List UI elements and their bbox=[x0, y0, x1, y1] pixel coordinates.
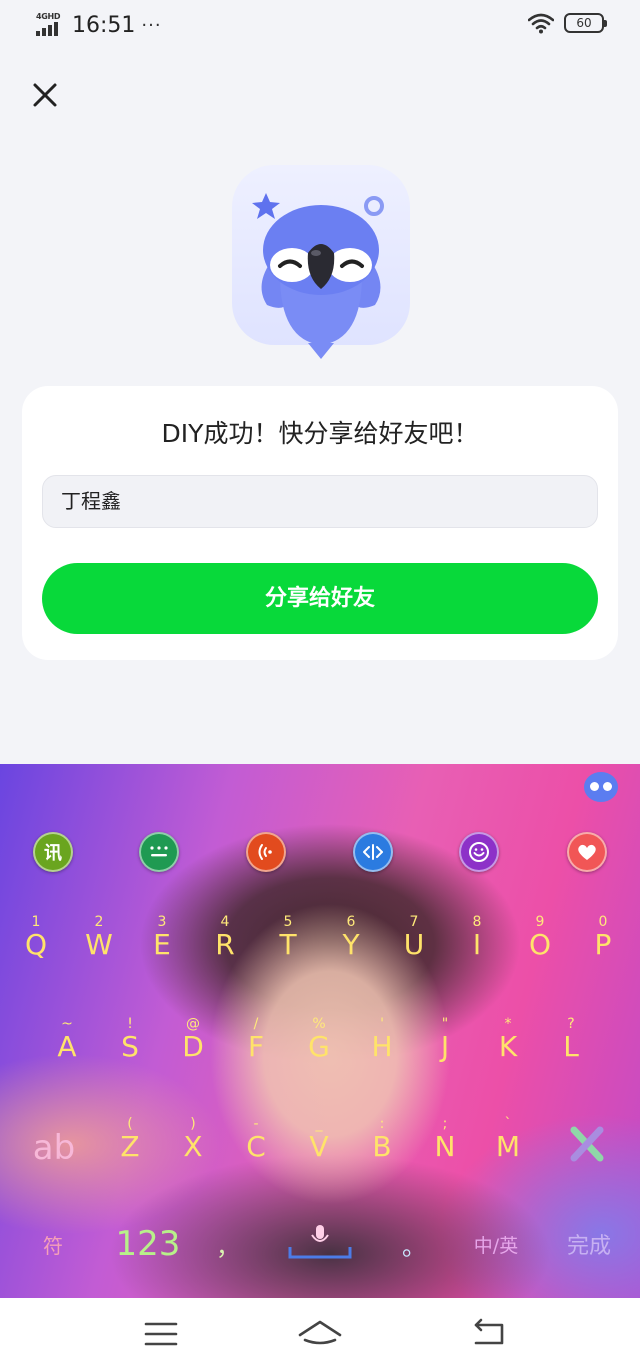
key-m[interactable]: ` M bbox=[483, 1116, 533, 1172]
keyboard-logo-icon[interactable] bbox=[584, 772, 618, 802]
key-i[interactable]: 8I bbox=[452, 914, 502, 970]
key-r[interactable]: 4R bbox=[200, 914, 250, 970]
key-q[interactable]: 1Q bbox=[11, 914, 61, 970]
key-o[interactable]: 9O bbox=[515, 914, 565, 970]
space-bar[interactable] bbox=[288, 1219, 352, 1263]
key-e[interactable]: 3E bbox=[137, 914, 187, 970]
numbers-key[interactable]: 123 bbox=[108, 1216, 188, 1272]
toolbar-menu-button[interactable] bbox=[139, 832, 179, 872]
key-g[interactable]: % G bbox=[294, 1016, 344, 1072]
keyboard-toolbar: 讯 bbox=[0, 832, 640, 874]
nav-menu-button[interactable] bbox=[138, 1316, 184, 1352]
key-k[interactable]: * K bbox=[483, 1016, 533, 1072]
home-icon bbox=[298, 1320, 342, 1345]
key-p[interactable]: 0P bbox=[578, 914, 628, 970]
signal-bars bbox=[36, 22, 58, 36]
parrot-mascot-icon bbox=[232, 165, 410, 359]
key-x[interactable]: ) X bbox=[168, 1116, 218, 1172]
xunfei-icon: 讯 bbox=[44, 843, 62, 864]
success-title: DIY成功！快分享给好友吧！ bbox=[161, 419, 479, 448]
battery-level: 60 bbox=[576, 16, 592, 30]
status-left: 4GHD 16:51 ··· bbox=[36, 12, 162, 38]
done-key[interactable]: 完成 bbox=[554, 1216, 624, 1272]
key-l[interactable]: ? L bbox=[546, 1016, 596, 1072]
share-to-friends-button[interactable]: 分享给好友 bbox=[42, 563, 598, 634]
key-a[interactable]: ~ A bbox=[42, 1016, 92, 1072]
close-icon bbox=[33, 83, 57, 107]
comma-key[interactable]: ， bbox=[208, 1216, 248, 1272]
name-input[interactable]: 丁程鑫 bbox=[42, 475, 598, 528]
key-h[interactable]: ' H bbox=[357, 1016, 407, 1072]
key-u[interactable]: 7U bbox=[389, 914, 439, 970]
toolbar-emoji-button[interactable] bbox=[459, 832, 499, 872]
toolbar-xunfei-button[interactable]: 讯 bbox=[33, 832, 73, 872]
key-n[interactable]: ; N bbox=[420, 1116, 470, 1172]
share-card: DIY成功！快分享给好友吧！ 丁程鑫 分享给好友 bbox=[22, 386, 618, 660]
network-type-label: 4GHD bbox=[36, 12, 61, 21]
key-t[interactable]: 5T bbox=[263, 914, 313, 970]
symbols-key[interactable]: 符 bbox=[30, 1216, 76, 1272]
key-z[interactable]: (Z bbox=[105, 1116, 155, 1172]
battery-indicator: 60 bbox=[564, 13, 607, 33]
nav-home-button[interactable] bbox=[297, 1316, 343, 1352]
status-bar: 4GHD 16:51 ··· 60 bbox=[0, 0, 640, 52]
more-notifications-indicator: ··· bbox=[141, 14, 162, 36]
custom-keyboard: 讯 1 Q 2 W 3 E 4 R 5 T 6 Y 7 U 8 I 9 O 0 … bbox=[0, 764, 640, 1298]
microphone-icon bbox=[288, 1225, 352, 1259]
key-w[interactable]: 2W bbox=[74, 914, 124, 970]
wifi-icon bbox=[528, 13, 554, 34]
menu-icon bbox=[144, 1322, 178, 1346]
key-d[interactable]: @ D bbox=[168, 1016, 218, 1072]
key-y[interactable]: 6Y bbox=[326, 914, 376, 970]
cellular-signal-icon: 4GHD bbox=[36, 12, 66, 38]
backspace-icon bbox=[570, 1126, 604, 1162]
period-key[interactable]: 。 bbox=[394, 1216, 434, 1272]
close-button[interactable] bbox=[24, 74, 66, 116]
emoji-icon bbox=[469, 842, 489, 862]
key-c[interactable]: -C bbox=[231, 1116, 281, 1172]
system-navigation-bar bbox=[0, 1298, 640, 1372]
menu-icon bbox=[150, 846, 168, 857]
shift-key[interactable]: ab bbox=[18, 1120, 90, 1176]
status-time: 16:51 bbox=[72, 12, 136, 38]
toolbar-voice-button[interactable] bbox=[246, 832, 286, 872]
backspace-key[interactable] bbox=[560, 1124, 614, 1180]
code-cursor-icon bbox=[363, 844, 383, 860]
status-right: 60 bbox=[528, 12, 607, 34]
toolbar-heart-button[interactable] bbox=[567, 832, 607, 872]
key-j[interactable]: " J bbox=[420, 1016, 470, 1072]
language-switch-key[interactable]: 中/英 bbox=[466, 1216, 526, 1272]
key-s[interactable]: ! S bbox=[105, 1016, 155, 1072]
key-f[interactable]: / F bbox=[231, 1016, 281, 1072]
nav-back-button[interactable] bbox=[466, 1316, 512, 1352]
heart-icon bbox=[578, 844, 596, 860]
voice-wave-icon bbox=[258, 844, 272, 860]
key-b[interactable]: :B bbox=[357, 1116, 407, 1172]
key-v[interactable]: _ V bbox=[294, 1116, 344, 1172]
back-icon bbox=[474, 1318, 504, 1345]
toolbar-cursor-button[interactable] bbox=[353, 832, 393, 872]
